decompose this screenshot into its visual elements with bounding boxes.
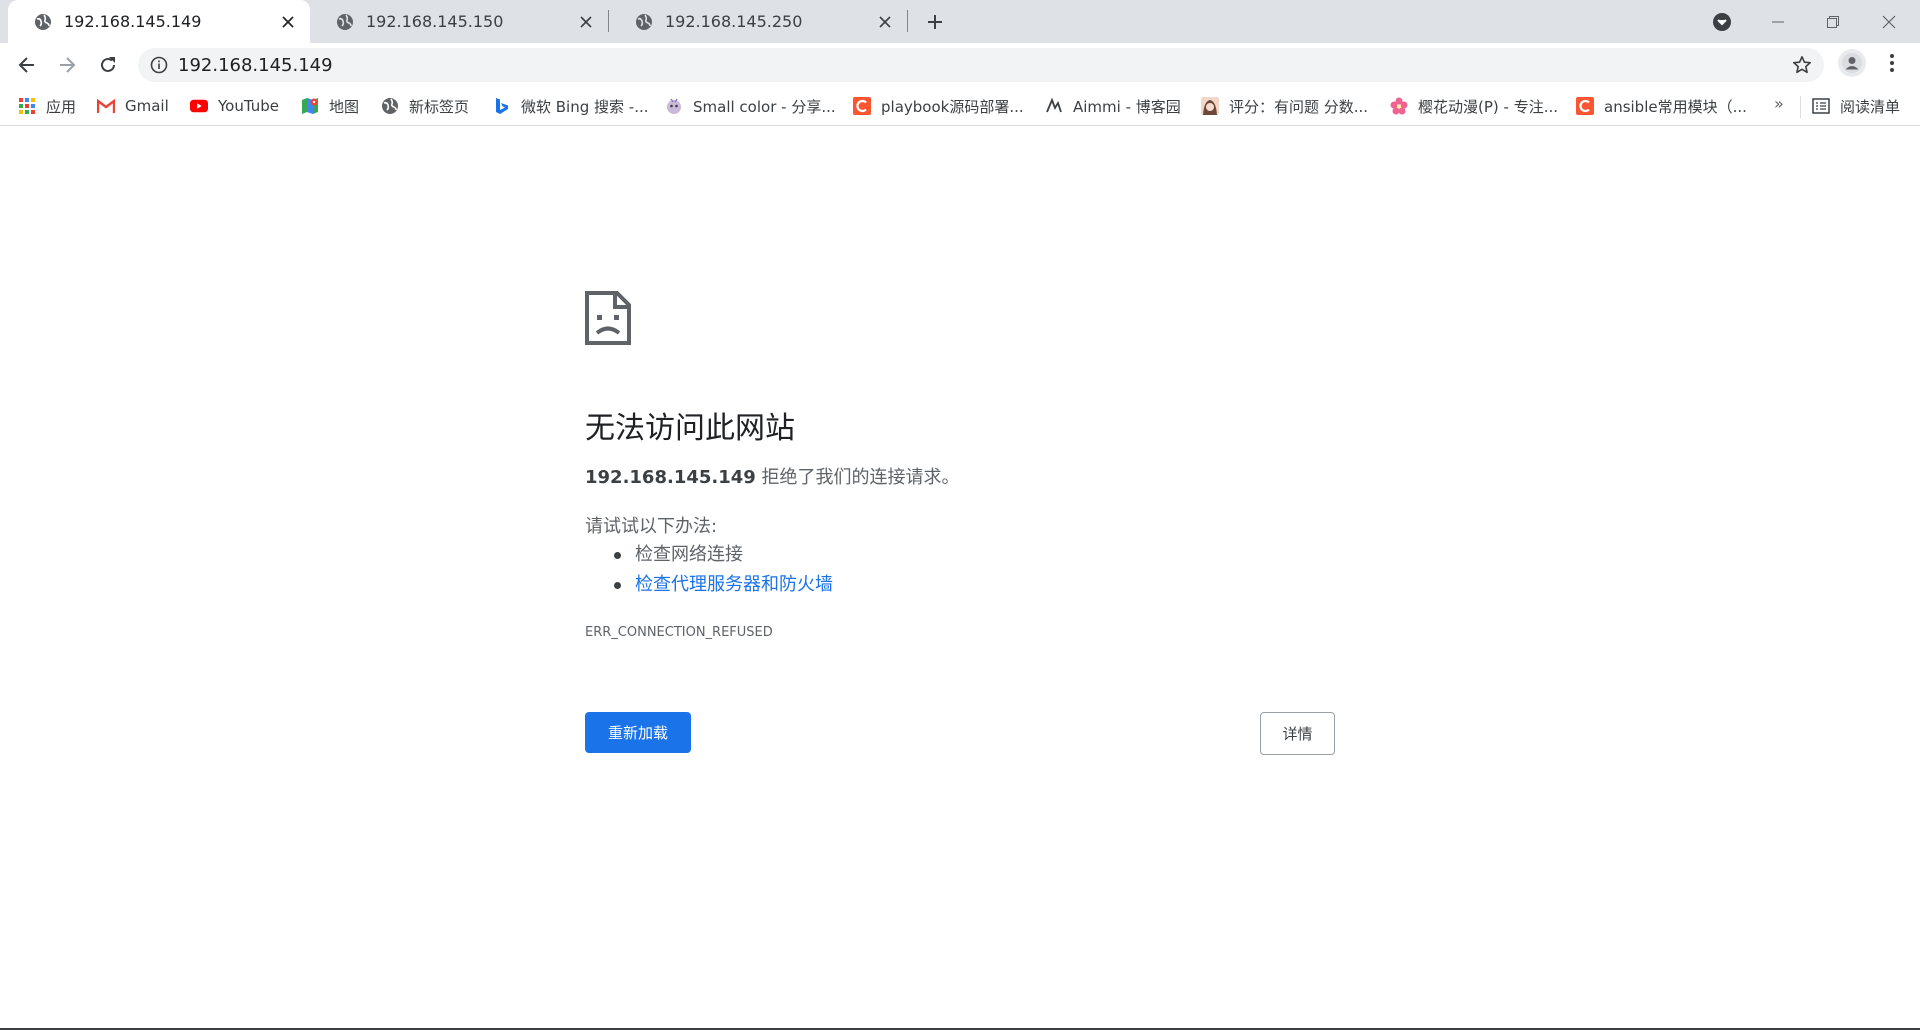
profile-avatar-button[interactable] bbox=[1838, 49, 1866, 77]
bookmark-label: Aimmi - 博客园 bbox=[1073, 97, 1181, 116]
bookmark-label: Gmail bbox=[125, 97, 169, 115]
bookmark-new-tab[interactable]: 新标签页 bbox=[381, 94, 469, 118]
bookmark-label: ansible常用模块（... bbox=[1604, 97, 1747, 116]
details-button[interactable]: 详情 bbox=[1260, 712, 1335, 755]
tab-192-168-145-149[interactable]: 192.168.145.149 bbox=[8, 0, 310, 43]
reading-list-button[interactable]: 阅读清单 bbox=[1812, 94, 1900, 118]
new-tab-button[interactable] bbox=[922, 9, 948, 35]
person-icon bbox=[1842, 53, 1862, 73]
reading-list-label: 阅读清单 bbox=[1840, 97, 1901, 116]
error-description: 192.168.145.149 拒绝了我们的连接请求。 bbox=[585, 463, 960, 489]
globe-icon bbox=[381, 97, 399, 115]
apps-grid-icon bbox=[18, 97, 36, 115]
tab-title: 192.168.145.150 bbox=[366, 12, 504, 31]
tab-search-icon bbox=[1713, 12, 1731, 31]
star-icon[interactable] bbox=[1792, 55, 1812, 75]
minimize-button[interactable] bbox=[1755, 0, 1801, 43]
chrome-menu-button[interactable] bbox=[1880, 49, 1904, 77]
smallcolor-icon bbox=[665, 97, 683, 115]
bookmark-label: 微软 Bing 搜索 -... bbox=[521, 97, 649, 116]
bookmarks-overflow-button[interactable]: » bbox=[1774, 94, 1784, 113]
tab-title: 192.168.145.149 bbox=[64, 12, 202, 31]
tab-strip: 192.168.145.149 192.168.145.150 192.168.… bbox=[0, 0, 1920, 43]
bookmark-label: 樱花动漫(P) - 专注... bbox=[1418, 97, 1559, 116]
error-host: 192.168.145.149 bbox=[585, 467, 756, 488]
close-tab-icon[interactable] bbox=[875, 12, 895, 32]
reading-list-icon bbox=[1812, 98, 1830, 114]
close-tab-icon[interactable] bbox=[278, 12, 298, 32]
bookmark-sakura[interactable]: 樱花动漫(P) - 专注... bbox=[1390, 94, 1558, 118]
maps-icon bbox=[301, 97, 319, 115]
bookmark-aimmi[interactable]: Aimmi - 博客园 bbox=[1045, 94, 1181, 118]
bookmarks-separator bbox=[1800, 96, 1801, 118]
avatar-bookmark-icon bbox=[1201, 97, 1219, 115]
bookmark-small-color[interactable]: Small color - 分享... bbox=[665, 94, 836, 118]
toolbar: 192.168.145.149 bbox=[0, 43, 1920, 86]
back-button[interactable] bbox=[13, 51, 41, 79]
arrow-right-icon bbox=[60, 57, 76, 73]
bookmarks-bar: 应用 Gmail YouTube 地图 新标签页 微软 Bing 搜索 -...… bbox=[0, 86, 1920, 126]
bookmark-label: YouTube bbox=[218, 97, 279, 115]
suggestions-list: 检查网络连接 检查代理服务器和防火墙 bbox=[612, 540, 833, 600]
reload-icon bbox=[101, 57, 115, 72]
tab-separator bbox=[907, 10, 908, 32]
restore-icon bbox=[1827, 15, 1839, 28]
bookmark-label: 评分：有问题 分数... bbox=[1229, 97, 1369, 116]
aimmi-icon bbox=[1045, 97, 1063, 115]
bookmark-label: 应用 bbox=[46, 97, 77, 116]
tab-192-168-145-150[interactable]: 192.168.145.150 bbox=[310, 0, 608, 43]
close-window-button[interactable] bbox=[1866, 0, 1912, 43]
globe-icon bbox=[337, 13, 353, 30]
error-title: 无法访问此网站 bbox=[585, 411, 795, 446]
csdn-icon bbox=[853, 97, 871, 115]
close-icon bbox=[1882, 15, 1896, 28]
bookmark-playbook[interactable]: playbook源码部署... bbox=[853, 94, 1024, 118]
tab-title: 192.168.145.250 bbox=[665, 12, 803, 31]
suggestion-check-network: 检查网络连接 bbox=[612, 540, 833, 570]
bookmark-label: playbook源码部署... bbox=[881, 97, 1024, 116]
info-icon[interactable] bbox=[150, 56, 168, 74]
arrow-left-icon bbox=[18, 57, 34, 73]
more-vertical-icon bbox=[1890, 54, 1894, 72]
bookmark-apps[interactable]: 应用 bbox=[18, 94, 76, 118]
bookmark-rating[interactable]: 评分：有问题 分数... bbox=[1201, 94, 1368, 118]
bookmark-label: 新标签页 bbox=[409, 97, 470, 116]
csdn-icon bbox=[1576, 97, 1594, 115]
suggestion-link[interactable]: 检查代理服务器和防火墙 bbox=[635, 574, 833, 595]
bookmark-label: 地图 bbox=[329, 97, 360, 116]
reload-button[interactable] bbox=[94, 51, 122, 79]
bookmark-ansible[interactable]: ansible常用模块（... bbox=[1576, 94, 1747, 118]
bookmark-label: Small color - 分享... bbox=[693, 97, 836, 116]
sad-page-icon bbox=[585, 291, 631, 345]
globe-icon bbox=[35, 13, 51, 30]
reload-page-button[interactable]: 重新加载 bbox=[585, 712, 691, 753]
bookmark-gmail[interactable]: Gmail bbox=[97, 94, 169, 118]
restore-button[interactable] bbox=[1810, 0, 1856, 43]
suggestion-check-proxy-firewall[interactable]: 检查代理服务器和防火墙 bbox=[612, 570, 833, 600]
bookmark-youtube[interactable]: YouTube bbox=[190, 94, 279, 118]
minimize-icon bbox=[1772, 21, 1784, 22]
bing-icon bbox=[493, 97, 511, 115]
address-bar[interactable]: 192.168.145.149 bbox=[138, 48, 1824, 82]
bookmark-maps[interactable]: 地图 bbox=[301, 94, 359, 118]
forward-button[interactable] bbox=[53, 51, 81, 79]
address-url[interactable]: 192.168.145.149 bbox=[178, 55, 333, 76]
close-tab-icon[interactable] bbox=[576, 12, 596, 32]
tab-192-168-145-250[interactable]: 192.168.145.250 bbox=[609, 0, 907, 43]
error-code: ERR_CONNECTION_REFUSED bbox=[585, 625, 773, 640]
suggestions-heading: 请试试以下办法: bbox=[585, 516, 718, 537]
suggestion-text: 检查网络连接 bbox=[635, 544, 743, 565]
bookmark-bing[interactable]: 微软 Bing 搜索 -... bbox=[493, 94, 649, 118]
error-description-text: 拒绝了我们的连接请求。 bbox=[755, 467, 960, 488]
tab-search-button[interactable] bbox=[1710, 0, 1734, 43]
globe-icon bbox=[636, 13, 652, 30]
sakura-icon bbox=[1390, 97, 1408, 115]
youtube-icon bbox=[190, 97, 208, 115]
gmail-icon bbox=[97, 97, 115, 115]
